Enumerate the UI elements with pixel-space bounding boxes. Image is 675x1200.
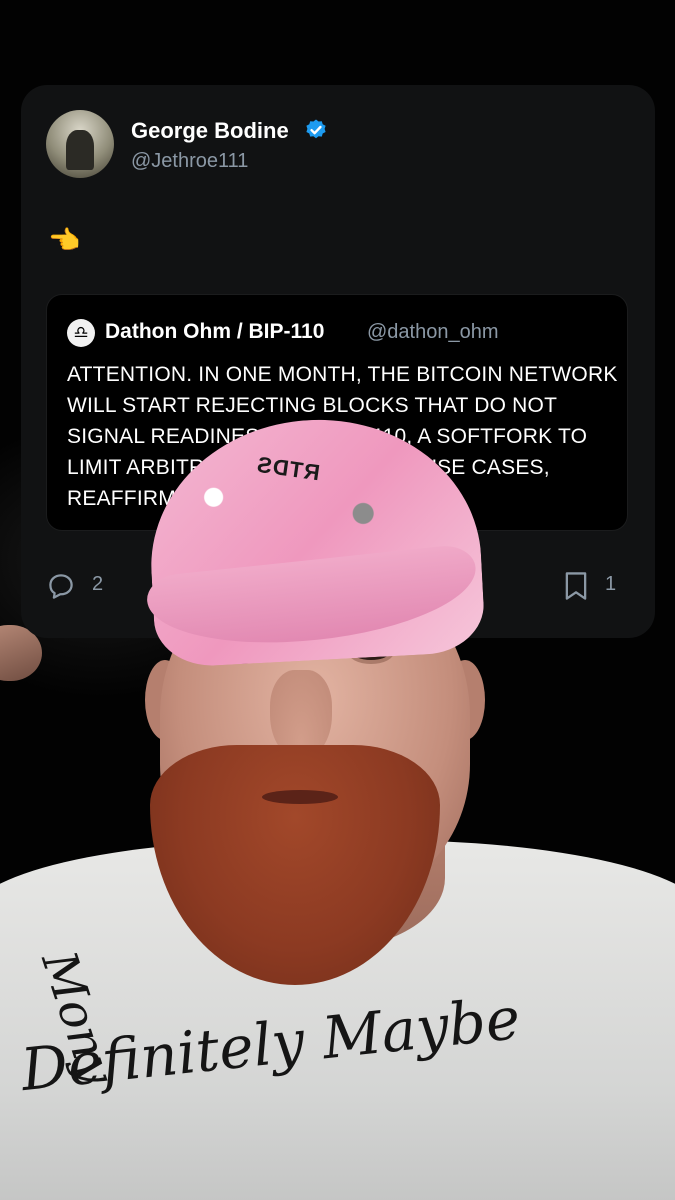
verified-badge-icon (306, 119, 326, 139)
bookmark-count: 1 (605, 573, 617, 595)
author-name[interactable]: George Bodine (131, 118, 289, 144)
quoted-author-name[interactable]: Dathon Ohm / BIP-110 (105, 320, 324, 344)
author-avatar[interactable] (46, 110, 114, 178)
pointing-hand-emoji: 👈 (48, 225, 81, 255)
reply-icon[interactable] (46, 571, 76, 601)
mouth (262, 790, 338, 804)
reply-count: 2 (92, 573, 104, 595)
libra-avatar-icon[interactable]: ♎ (67, 319, 95, 347)
author-handle[interactable]: @Jethroe111 (131, 150, 248, 173)
bookmark-icon[interactable] (562, 570, 590, 602)
avatar-figure (66, 130, 94, 170)
quoted-author-handle[interactable]: @dathon_ohm (367, 321, 499, 344)
